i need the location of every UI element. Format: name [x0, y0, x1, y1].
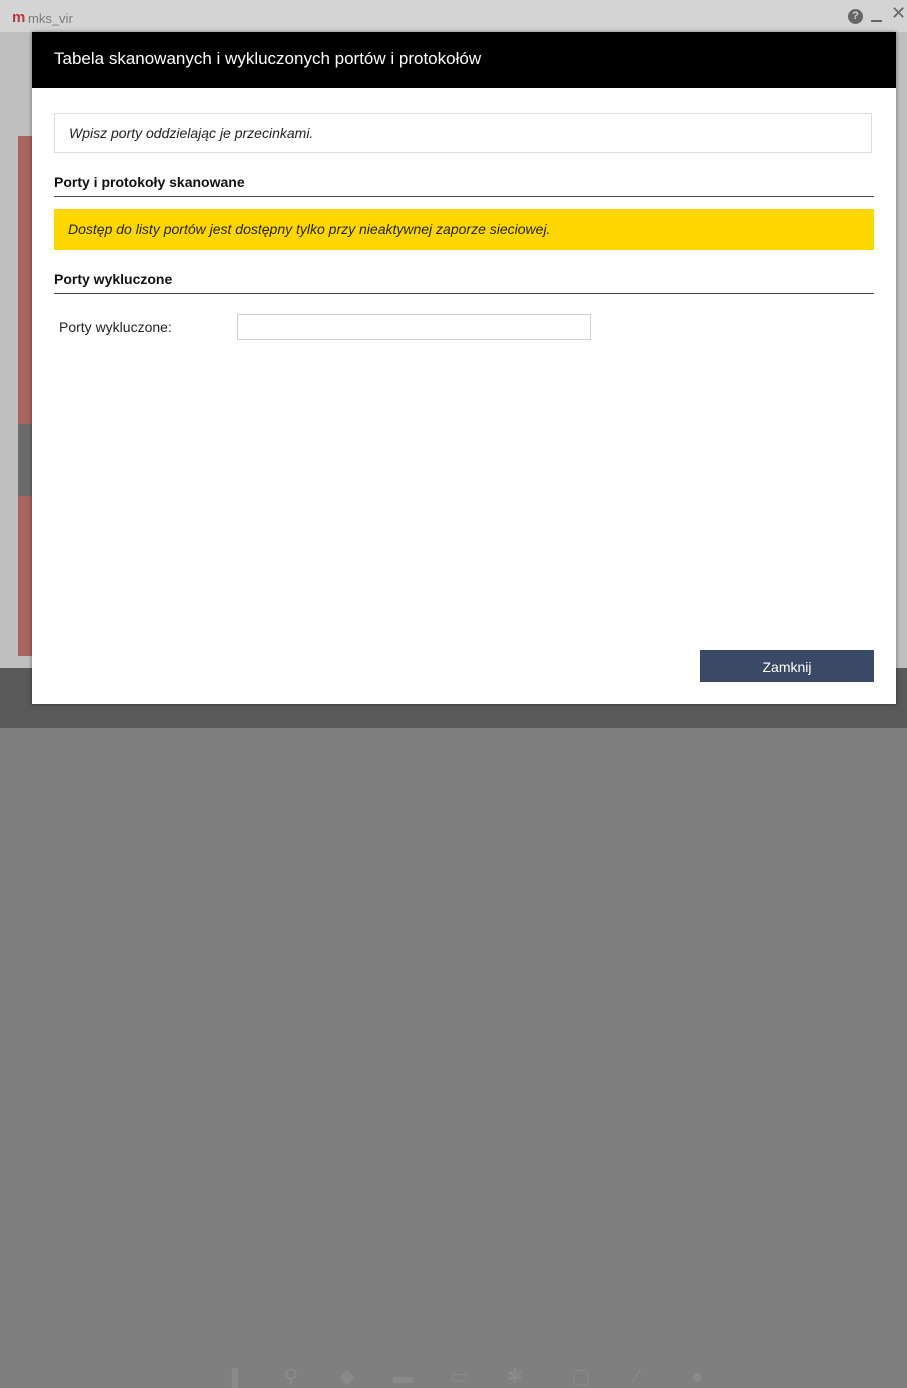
window-icon: ▭	[449, 1366, 469, 1388]
hint-box: Wpisz porty oddzielając je przecinkami.	[54, 113, 872, 153]
app-name: mks_vir	[28, 11, 73, 26]
search-icon: ⚲	[283, 1366, 299, 1388]
pause-icon: ❚	[226, 1366, 244, 1388]
excluded-ports-heading: Porty wykluczone	[54, 271, 874, 294]
download-icon: ▢	[571, 1366, 591, 1388]
question-circle-icon: ?	[848, 9, 863, 24]
tag-icon: ◆	[339, 1366, 355, 1388]
excluded-ports-label: Porty wykluczone:	[59, 319, 172, 335]
firewall-warning-box: Dostęp do listy portów jest dostępny tyl…	[54, 209, 874, 250]
dialog-title: Tabela skanowanych i wykluczonych portów…	[54, 49, 482, 68]
bug-icon: ✱	[506, 1366, 524, 1388]
app-logo: m	[12, 9, 26, 26]
excluded-ports-input[interactable]	[237, 314, 591, 340]
scanned-ports-heading: Porty i protokoły skanowane	[54, 174, 874, 197]
ports-dialog: Tabela skanowanych i wykluczonych portów…	[32, 32, 896, 704]
minimize-icon	[871, 20, 882, 22]
background-titlebar: m mks_vir ? ✕	[0, 0, 907, 32]
keyboard-icon: ▬	[393, 1366, 413, 1388]
wrench-icon: ⁄	[635, 1366, 639, 1388]
close-icon: ✕	[891, 3, 907, 23]
settings-icon: ●	[690, 1366, 704, 1388]
dialog-header: Tabela skanowanych i wykluczonych portów…	[32, 32, 896, 88]
close-button[interactable]: Zamknij	[700, 650, 874, 682]
